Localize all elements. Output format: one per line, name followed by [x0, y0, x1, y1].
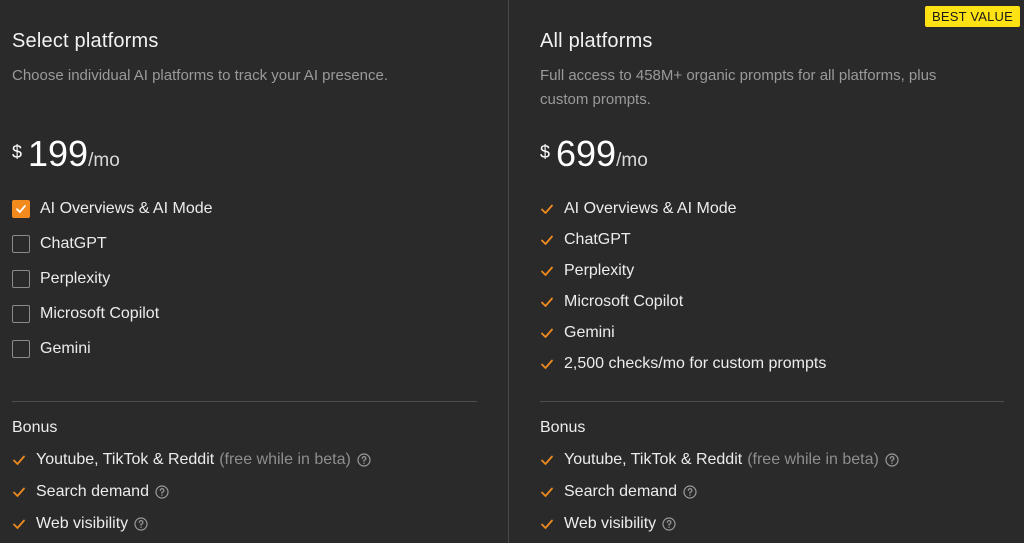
platform-label: Microsoft Copilot — [40, 305, 160, 322]
platform-option-gemini[interactable]: Gemini — [12, 340, 91, 358]
plan-price: $ 699 /mo — [540, 132, 648, 176]
plan-card-all-platforms: BEST VALUE All platforms Full access to … — [509, 0, 1024, 543]
check-icon — [541, 487, 553, 497]
feature-item: AI Overviews & AI Mode — [540, 200, 737, 218]
platform-label: AI Overviews & AI Mode — [40, 200, 213, 217]
checkbox-unchecked[interactable] — [12, 235, 30, 253]
platform-option-ai-overviews[interactable]: AI Overviews & AI Mode — [12, 200, 213, 218]
check-icon — [13, 455, 25, 465]
feature-label: ChatGPT — [564, 231, 631, 248]
price-amount: 699 — [556, 133, 617, 174]
platform-label: Perplexity — [40, 270, 111, 287]
bonus-item: Youtube, TikTok & Reddit (free while in … — [12, 451, 371, 469]
bonus-note: (free while in beta) — [219, 451, 351, 468]
plan-subtitle-line: custom prompts. — [540, 91, 651, 108]
bonus-label: Search demand — [36, 483, 149, 500]
check-icon — [541, 519, 553, 529]
checkbox-unchecked[interactable] — [12, 305, 30, 323]
feature-label: Gemini — [564, 324, 615, 341]
check-icon — [541, 359, 553, 369]
best-value-badge: BEST VALUE — [925, 6, 1020, 27]
feature-item: 2,500 checks/mo for custom prompts — [540, 355, 826, 373]
feature-item: Microsoft Copilot — [540, 293, 683, 311]
check-icon — [541, 266, 553, 276]
help-circle-icon[interactable] — [357, 453, 371, 467]
plan-card-select-platforms: Select platforms Choose individual AI pl… — [0, 0, 508, 543]
check-icon — [541, 455, 553, 465]
price-currency: $ — [540, 142, 551, 162]
plan-title: Select platforms — [12, 30, 159, 52]
check-icon — [13, 487, 25, 497]
help-circle-icon[interactable] — [155, 485, 169, 499]
section-divider — [12, 401, 477, 402]
feature-label: AI Overviews & AI Mode — [564, 200, 737, 217]
plan-price: $ 199 /mo — [12, 132, 120, 176]
bonus-label: Web visibility — [564, 515, 657, 532]
plan-subtitle: Full access to 458M+ organic prompts for… — [540, 64, 936, 112]
feature-item: ChatGPT — [540, 231, 631, 249]
price-currency: $ — [12, 142, 23, 162]
plan-title: All platforms — [540, 30, 653, 52]
platform-label: Gemini — [40, 340, 91, 357]
help-circle-icon[interactable] — [683, 485, 697, 499]
feature-label: Microsoft Copilot — [564, 293, 684, 310]
feature-item: Gemini — [540, 324, 615, 342]
section-divider — [540, 401, 1004, 402]
check-icon — [541, 297, 553, 307]
bonus-label: Youtube, TikTok & Reddit — [36, 451, 215, 468]
checkbox-checked[interactable] — [12, 200, 30, 218]
bonus-item: Search demand — [12, 483, 169, 501]
check-icon — [541, 235, 553, 245]
price-period: /mo — [88, 150, 120, 171]
bonus-note: (free while in beta) — [747, 451, 879, 468]
price-period: /mo — [616, 150, 648, 171]
checkbox-unchecked[interactable] — [12, 270, 30, 288]
feature-label: Perplexity — [564, 262, 635, 279]
feature-label: 2,500 checks/mo for custom prompts — [564, 355, 827, 372]
check-icon — [541, 328, 553, 338]
bonus-heading: Bonus — [12, 419, 58, 436]
bonus-label: Web visibility — [36, 515, 129, 532]
bonus-label: Youtube, TikTok & Reddit — [564, 451, 743, 468]
platform-label: ChatGPT — [40, 235, 107, 252]
help-circle-icon[interactable] — [885, 453, 899, 467]
help-circle-icon[interactable] — [134, 517, 148, 531]
checkbox-unchecked[interactable] — [12, 340, 30, 358]
bonus-item: Web visibility — [12, 515, 148, 533]
check-icon — [16, 205, 26, 213]
plan-subtitle-line: Full access to 458M+ organic prompts for… — [540, 67, 937, 84]
price-amount: 199 — [28, 133, 89, 174]
feature-item: Perplexity — [540, 262, 634, 280]
check-icon — [541, 204, 553, 214]
bonus-item: Web visibility — [540, 515, 676, 533]
platform-option-copilot[interactable]: Microsoft Copilot — [12, 305, 159, 323]
help-circle-icon[interactable] — [662, 517, 676, 531]
bonus-label: Search demand — [564, 483, 677, 500]
bonus-item: Search demand — [540, 483, 697, 501]
plan-subtitle: Choose individual AI platforms to track … — [12, 67, 389, 84]
platform-option-chatgpt[interactable]: ChatGPT — [12, 235, 107, 253]
check-icon — [13, 519, 25, 529]
platform-option-perplexity[interactable]: Perplexity — [12, 270, 110, 288]
bonus-heading: Bonus — [540, 419, 586, 436]
bonus-item: Youtube, TikTok & Reddit (free while in … — [540, 451, 899, 469]
